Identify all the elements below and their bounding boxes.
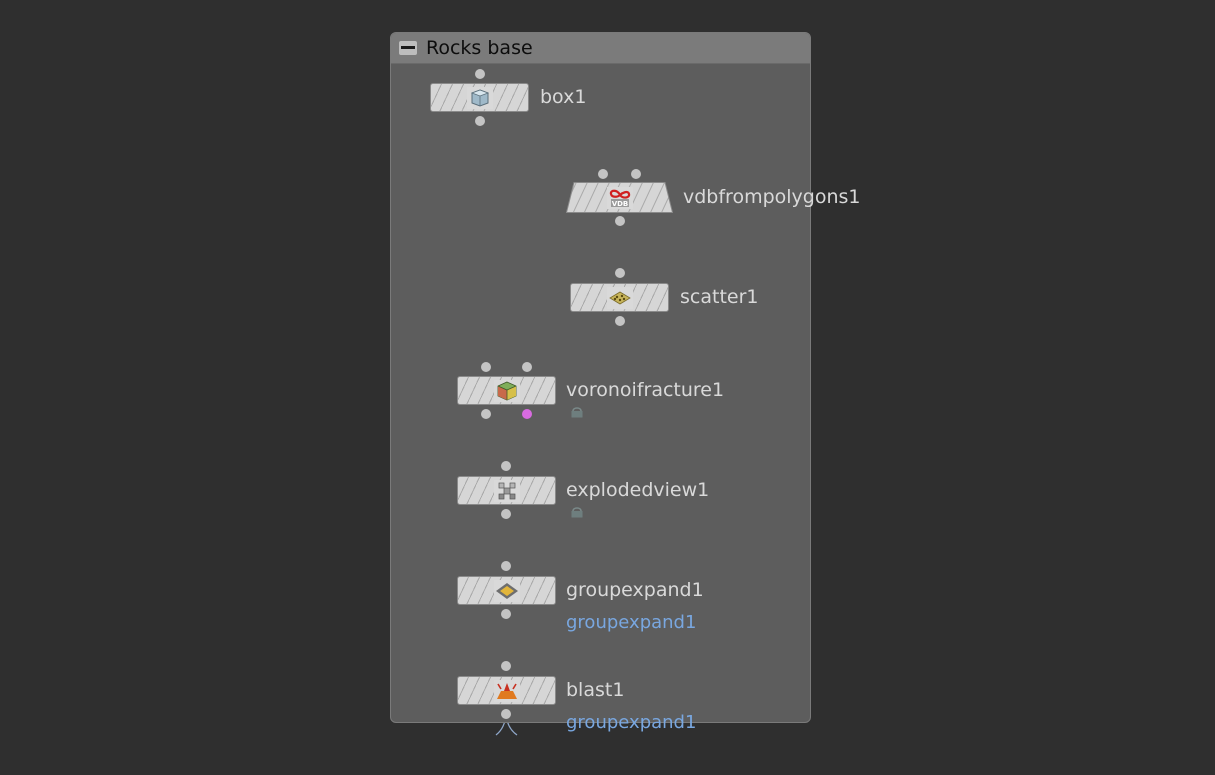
output-connector-explodedview1[interactable] [501,509,511,519]
input-connector-groupexpand1[interactable] [501,561,511,571]
input-connector-vdbfrompolygons1-1[interactable] [631,169,641,179]
node-scatter1[interactable] [570,283,669,312]
svg-text:VDB: VDB [611,200,628,208]
node-voronoifracture1[interactable] [457,376,556,405]
output-connector-blast1[interactable] [501,709,511,719]
input-connector-voronoifracture1-1[interactable] [522,362,532,372]
node-box1[interactable] [430,83,529,112]
input-connector-explodedview1[interactable] [501,461,511,471]
scatter-icon [606,286,633,309]
node-explodedview1[interactable] [457,476,556,505]
input-connector-blast1[interactable] [501,661,511,671]
lock-icon [571,407,583,418]
network-editor-canvas[interactable]: Rocks base box1 VDB vdbfrompolygons1 sca… [0,0,1215,775]
input-connector-scatter1[interactable] [615,268,625,278]
network-box-header[interactable]: Rocks base [391,33,810,64]
network-box-title: Rocks base [426,37,533,59]
input-connector-box1[interactable] [475,69,485,79]
node-label-blast1[interactable]: blast1 [566,679,624,701]
group-expand-icon [493,579,520,602]
node-label-scatter1[interactable]: scatter1 [680,286,758,308]
exploded-view-icon [493,479,520,502]
output-connector-vdbfrompolygons1[interactable] [615,216,625,226]
input-connector-vdbfrompolygons1-0[interactable] [598,169,608,179]
node-label-voronoifracture1[interactable]: voronoifracture1 [566,379,724,401]
blast-icon [493,679,520,702]
input-connector-voronoifracture1-0[interactable] [481,362,491,372]
output-connector-box1[interactable] [475,116,485,126]
node-groupexpand1[interactable] [457,576,556,605]
output-connector-voronoifracture1-pink[interactable] [522,409,532,419]
node-blast1[interactable] [457,676,556,705]
node-vdbfrompolygons1[interactable]: VDB [566,182,673,213]
vdb-icon: VDB [606,186,633,209]
voronoi-icon [493,379,520,402]
node-label-explodedview1[interactable]: explodedview1 [566,479,709,501]
node-label-vdbfrompolygons1[interactable]: vdbfrompolygons1 [683,186,861,208]
output-connector-scatter1[interactable] [615,316,625,326]
collapse-icon[interactable] [399,41,417,55]
group-badge-groupexpand1: groupexpand1 [566,612,697,633]
node-label-groupexpand1[interactable]: groupexpand1 [566,579,704,601]
output-connector-groupexpand1[interactable] [501,609,511,619]
node-label-box1[interactable]: box1 [540,86,586,108]
group-badge-blast1: groupexpand1 [566,712,697,733]
box-icon [466,86,493,109]
output-connector-voronoifracture1[interactable] [481,409,491,419]
lock-icon [571,507,583,518]
